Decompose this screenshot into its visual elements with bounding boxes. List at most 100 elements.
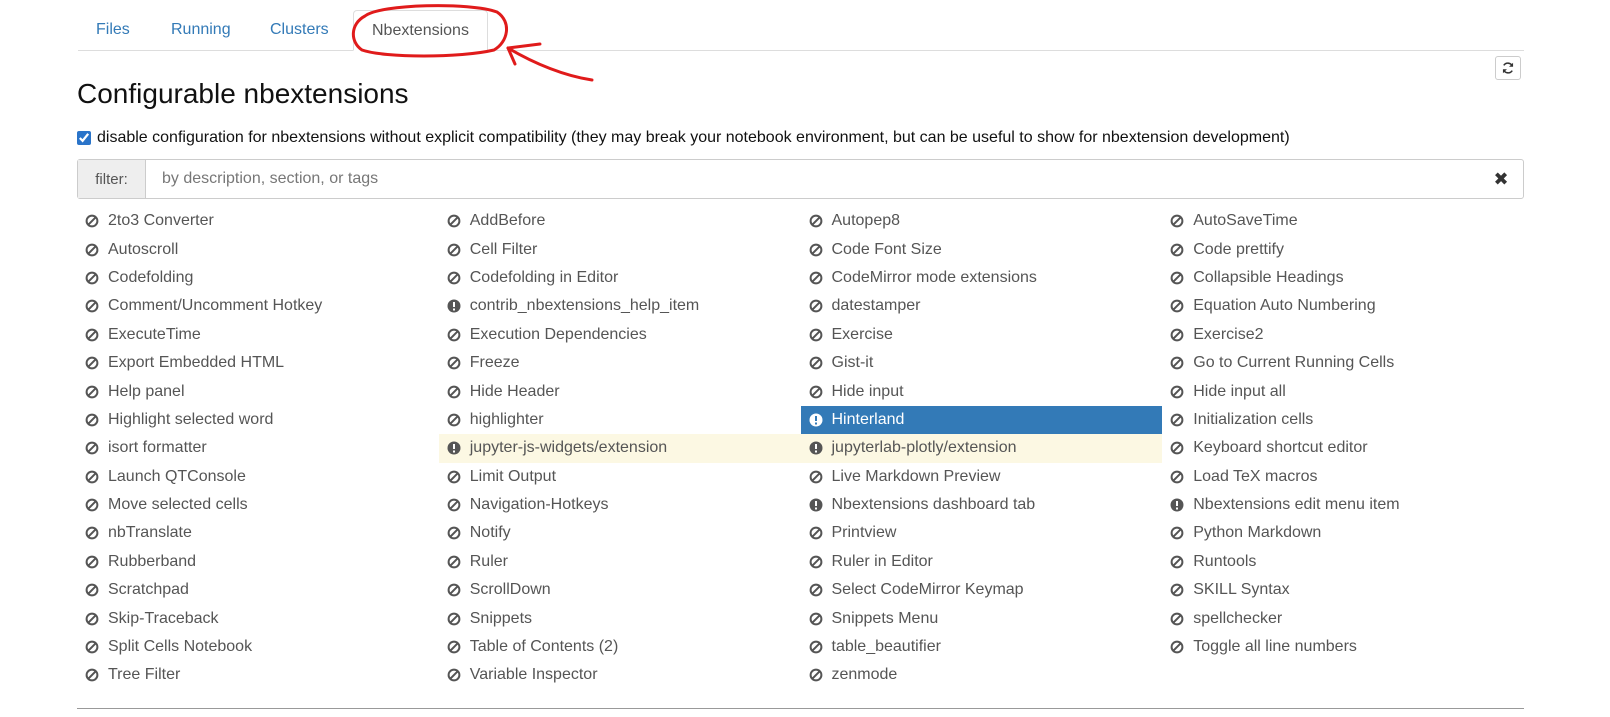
tab-bar: Files Running Clusters Nbextensions [78, 10, 1524, 51]
ban-icon [809, 470, 822, 484]
nbextension-item[interactable]: Nbextensions edit menu item [1162, 491, 1524, 519]
nbextension-item[interactable]: datestamper [801, 292, 1163, 320]
ban-icon [85, 214, 99, 228]
nbextension-item[interactable]: Tree Filter [77, 661, 439, 689]
nbextension-item[interactable]: Nbextensions dashboard tab [801, 491, 1163, 519]
ban-icon [1170, 328, 1184, 342]
nbextension-item[interactable]: Select CodeMirror Keymap [801, 576, 1163, 604]
tab-files[interactable]: Files [78, 10, 148, 50]
nbextension-label: contrib_nbextensions_help_item [469, 297, 700, 315]
nbextension-item[interactable]: Codefolding [77, 264, 439, 292]
nbextension-label: Rubberband [108, 552, 197, 570]
ban-icon [85, 527, 99, 540]
nbextension-item[interactable]: Skip-Traceback [77, 604, 439, 632]
ban-icon [809, 328, 822, 342]
nbextension-item[interactable]: Notify [439, 519, 801, 547]
nbextension-item[interactable]: Live Markdown Preview [801, 463, 1163, 491]
nbextension-label: Load TeX macros [1193, 467, 1318, 485]
nbextension-item[interactable]: Comment/Uncomment Hotkey [77, 292, 439, 320]
nbextension-item[interactable]: Ruler in Editor [801, 548, 1163, 576]
nbextension-item[interactable]: Exercise2 [1162, 321, 1524, 349]
compatibility-checkbox-row[interactable]: disable configuration for nbextensions w… [77, 128, 1290, 148]
nbextension-item[interactable]: Navigation-Hotkeys [439, 491, 801, 519]
nbextension-item[interactable]: Equation Auto Numbering [1162, 292, 1524, 320]
nbextension-item[interactable]: Hide input [801, 377, 1163, 405]
nbextension-item[interactable]: Scratchpad [77, 576, 439, 604]
nbextension-item[interactable]: Gist-it [801, 349, 1163, 377]
ban-icon [85, 299, 99, 313]
nbextension-item[interactable]: Snippets [439, 604, 801, 632]
nbextension-item[interactable]: Python Markdown [1162, 519, 1524, 547]
nbextension-label: Live Markdown Preview [831, 467, 1001, 485]
tab-running[interactable]: Running [153, 10, 249, 50]
nbextension-item[interactable]: Load TeX macros [1162, 463, 1524, 491]
nbextension-item[interactable]: Runtools [1162, 548, 1524, 576]
nbextension-item[interactable]: Limit Output [439, 463, 801, 491]
nbextension-item[interactable]: spellchecker [1162, 604, 1524, 632]
nbextension-item[interactable]: Hide Header [439, 377, 801, 405]
nbextension-item[interactable]: SKILL Syntax [1162, 576, 1524, 604]
ban-icon [447, 214, 461, 228]
nbextension-item[interactable]: Hide input all [1162, 377, 1524, 405]
nbextension-label: Codefolding in Editor [469, 268, 619, 286]
nbextension-item[interactable]: Keyboard shortcut editor [1162, 434, 1524, 462]
nbextension-item[interactable]: Code prettify [1162, 235, 1524, 263]
ban-icon [447, 385, 461, 398]
nbextension-item[interactable]: Exercise [801, 321, 1163, 349]
tab-clusters[interactable]: Clusters [252, 10, 347, 50]
nbextension-item[interactable]: Printview [801, 519, 1163, 547]
tab-nbextensions[interactable]: Nbextensions [353, 10, 488, 51]
nbextension-label: Autopep8 [831, 212, 901, 230]
nbextension-item[interactable]: Code Font Size [801, 235, 1163, 263]
nbextension-label: 2to3 Converter [108, 212, 214, 230]
nbextension-item[interactable]: contrib_nbextensions_help_item [439, 292, 801, 320]
ban-icon [1170, 356, 1184, 370]
nbextension-item[interactable]: 2to3 Converter [77, 207, 439, 235]
nbextension-item[interactable]: jupyter-js-widgets/extension [438, 434, 801, 463]
filter-input[interactable] [146, 160, 1479, 198]
nbextension-item[interactable]: Variable Inspector [439, 661, 801, 689]
ban-icon [447, 555, 461, 569]
nbextension-item[interactable]: Table of Contents (2) [439, 633, 801, 661]
nbextension-item[interactable]: Help panel [77, 377, 439, 405]
nbextension-item[interactable]: Autopep8 [801, 207, 1163, 235]
nbextension-item[interactable]: Codefolding in Editor [439, 264, 801, 292]
ban-icon [809, 527, 822, 540]
nbextension-item[interactable]: Execution Dependencies [439, 321, 801, 349]
nbextension-item[interactable]: Go to Current Running Cells [1162, 349, 1524, 377]
nbextension-item[interactable]: Autoscroll [77, 235, 439, 263]
nbextension-item[interactable]: Rubberband [77, 548, 439, 576]
nbextension-item[interactable]: table_beautifier [801, 633, 1163, 661]
nbextension-item[interactable]: Export Embedded HTML [77, 349, 439, 377]
nbextension-item[interactable]: Launch QTConsole [77, 463, 439, 491]
nbextension-label: Equation Auto Numbering [1193, 297, 1376, 315]
nbextension-item[interactable]: AddBefore [439, 207, 801, 235]
nbextension-item[interactable]: Highlight selected word [77, 406, 439, 434]
nbextension-item[interactable]: isort formatter [77, 434, 439, 462]
clear-filter-button[interactable]: ✖ [1479, 160, 1523, 198]
nbextension-item[interactable]: highlighter [439, 406, 801, 434]
nbextension-label: Go to Current Running Cells [1193, 354, 1395, 372]
nbextension-item[interactable]: Move selected cells [77, 491, 439, 519]
nbextension-item[interactable]: AutoSaveTime [1162, 207, 1524, 235]
nbextension-item[interactable]: ExecuteTime [77, 321, 439, 349]
nbextension-item[interactable]: zenmode [801, 661, 1163, 689]
nbextension-item[interactable]: Hinterland [800, 405, 1163, 435]
nbextension-item[interactable]: Ruler [439, 548, 801, 576]
nbextension-item[interactable]: Split Cells Notebook [77, 633, 439, 661]
ban-icon [85, 328, 99, 342]
nbextension-item[interactable]: Toggle all line numbers [1162, 633, 1524, 661]
nbextension-item[interactable]: Collapsible Headings [1162, 264, 1524, 292]
compatibility-checkbox[interactable] [77, 131, 91, 145]
nbextension-item[interactable]: Initialization cells [1162, 406, 1524, 434]
refresh-button[interactable] [1495, 56, 1521, 80]
nbextension-item[interactable]: Snippets Menu [801, 604, 1163, 632]
nbextension-item[interactable]: Cell Filter [439, 235, 801, 263]
nbextension-item[interactable]: nbTranslate [77, 519, 439, 547]
ban-icon [809, 356, 822, 370]
nbextension-label: Code prettify [1193, 240, 1284, 258]
nbextension-item[interactable]: ScrollDown [439, 576, 801, 604]
nbextension-item[interactable]: CodeMirror mode extensions [801, 264, 1163, 292]
nbextension-item[interactable]: Freeze [439, 349, 801, 377]
nbextension-item[interactable]: jupyterlab-plotly/extension [800, 434, 1163, 463]
